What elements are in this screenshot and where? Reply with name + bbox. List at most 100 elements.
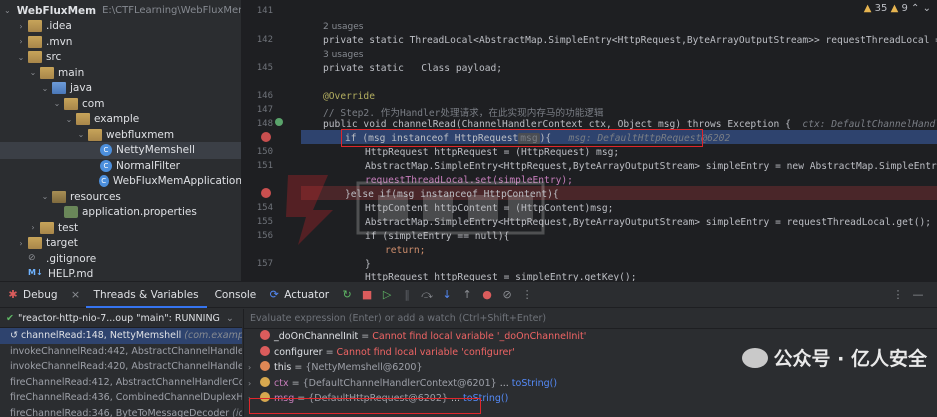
tree-item[interactable]: M↓ HELP.md [0,266,241,282]
stack-frame[interactable]: invokeChannelRead:442, AbstractChannelHa… [0,344,242,360]
tree-item[interactable]: › .mvn [0,33,241,50]
properties-file-icon [64,206,78,218]
tree-item[interactable]: C WebFluxMemApplication [0,173,241,190]
step-over-icon[interactable]: ⤼ [418,286,436,304]
chevron-down-icon[interactable]: ⌄ [16,53,26,62]
inline-debug-value: ctx: DefaultChannelHandlerContext@ [802,119,937,130]
stack-frame[interactable]: ↺ channelRead:148, NettyMemshell (com.ex… [0,328,242,344]
variable-value: Cannot find local variable '_doOnChannel… [372,331,587,342]
tree-item[interactable]: ⌄ src [0,49,241,66]
folder-icon [28,51,42,63]
usages-hint[interactable]: 2 usages [323,22,363,32]
tree-item[interactable]: ⌄ example [0,111,241,128]
mute-breakpoints-icon[interactable]: ⊘ [498,286,516,304]
thread-selector[interactable]: ✔ "reactor-http-nio-7...oup "main": RUNN… [0,309,242,328]
step-into-icon[interactable]: ↓ [438,286,456,304]
tab-threads-variables[interactable]: Threads & Variables [85,282,207,308]
tab-debug-session[interactable]: Debug [23,282,66,308]
tree-item-label: application.properties [82,206,197,218]
frame-method: invokeChannelRead:420, AbstractChannelHa… [10,361,242,372]
stack-frame[interactable]: fireChannelRead:436, CombinedChannelDupl… [0,390,242,406]
object-icon [260,361,270,371]
chevron-down-icon[interactable]: ⌄ [923,3,931,14]
chevron-down-icon[interactable]: ⌄ [52,99,62,108]
project-panel: ⌄ WebFluxMem E:\CTFLearning\WebFluxMem › .id… [0,0,242,281]
more-icon[interactable]: ⋮ [518,286,536,304]
code-line-142: private static ThreadLocal<AbstractMap.S… [323,35,937,46]
variable-value: {NettyMemshell@6200} [305,362,423,373]
warning-count: 35 [874,3,888,14]
chevron-right-icon[interactable]: › [248,376,260,392]
breakpoint-icon[interactable] [261,132,271,142]
pause-icon[interactable]: ‖ [398,286,416,304]
stack-frame[interactable]: fireChannelRead:346, ByteToMessageDecode… [0,406,242,417]
chevron-up-icon[interactable]: ⌃ [911,3,919,14]
current-frame-icon: ↺ [10,330,21,341]
chevron-right-icon[interactable]: › [16,37,26,46]
tree-item[interactable]: ⌄ WebFluxMem E:\CTFLearning\WebFluxMem [0,2,241,19]
stack-frame[interactable]: fireChannelRead:412, AbstractChannelHand… [0,375,242,391]
minimize-icon[interactable]: — [909,286,927,304]
code-line-157: return; [385,245,426,256]
chevron-down-icon[interactable]: ⌄ [64,115,74,124]
usages-hint[interactable]: 3 usages [323,50,363,60]
code-line-147: // Step2. 作为Handler处理请求，在此实现内存马的功能逻辑 [323,108,604,119]
markdown-icon: M↓ [28,268,43,277]
code-line-153: }else if(msg instanceof HttpContent){ [345,189,559,200]
chevron-right-icon[interactable]: › [16,239,26,248]
resume-icon[interactable]: ▷ [378,286,396,304]
chevron-down-icon[interactable]: ⌄ [4,6,11,15]
variable-row[interactable]: _doOnChannelInit = Cannot find local var… [244,329,937,345]
tostring-link[interactable]: toString() [512,378,557,389]
stop-icon[interactable]: ■ [358,286,376,304]
tree-item[interactable]: ⌄ java [0,80,241,97]
code-line-146: @Override [323,91,375,102]
code-line-156: if (simpleEntry == null){ [365,231,510,242]
tree-item[interactable]: › target [0,235,241,252]
close-icon[interactable]: × [67,286,85,304]
code-line-154: HttpContent httpContent = (HttpContent)m… [365,203,614,214]
folder-icon [28,20,42,32]
tree-item[interactable]: › .idea [0,18,241,35]
tree-item[interactable]: ⌄ main [0,64,241,81]
inspection-widget[interactable]: ▲ 35 ▲ 9 ⌃ ⌄ [864,3,931,14]
stack-frame[interactable]: invokeChannelRead:420, AbstractChannelHa… [0,359,242,375]
java-class-icon: C [98,175,109,187]
java-class-icon: C [100,159,112,172]
view-breakpoints-icon[interactable]: ● [478,286,496,304]
evaluate-expression-input[interactable]: Evaluate expression (Enter) or add a wat… [244,309,937,329]
line-number: 148 [256,119,273,129]
tree-item[interactable]: ⌄ resources [0,188,241,205]
tree-item[interactable]: ⌄ webfluxmem [0,126,241,143]
debug-bug-icon: ✱ [8,287,18,301]
chevron-right-icon[interactable]: › [248,360,260,376]
chevron-right-icon[interactable]: › [16,22,26,31]
tree-item[interactable]: C NettyMemshell [0,141,241,159]
code-editor[interactable]: ▲ 35 ▲ 9 ⌃ ⌄ 141 142 145 146 147 148 150… [243,0,937,281]
tree-item[interactable]: ⌄ com [0,95,241,112]
highlight-box [341,129,703,147]
chevron-down-icon[interactable]: ⌄ [40,192,50,201]
chevron-down-icon[interactable]: ⌄ [40,84,50,93]
chevron-down-icon[interactable]: ⌄ [28,68,38,77]
tree-item[interactable]: ⊘ .gitignore [0,250,241,267]
tab-actuator[interactable]: Actuator [284,282,337,308]
override-gutter-icon[interactable] [275,118,283,126]
code-line-150: HttpRequest httpRequest = (HttpRequest) … [365,147,620,158]
rerun-icon[interactable]: ↻ [338,286,356,304]
actuator-icon: ⟳ [269,287,279,301]
chevron-down-icon[interactable]: ⌄ [76,130,86,139]
more-options-icon[interactable]: ⋮ [889,286,907,304]
line-number: 157 [256,259,273,269]
tree-item-label: NormalFilter [116,159,180,172]
tree-item[interactable]: C NormalFilter [0,157,241,174]
tree-item[interactable]: › test [0,219,241,236]
step-out-icon[interactable]: ↑ [458,286,476,304]
resources-folder-icon [52,190,66,203]
breakpoint-icon[interactable] [261,188,271,198]
checkmark-icon: ✔ [6,312,14,324]
tree-item[interactable]: application.properties [0,204,241,221]
chevron-right-icon[interactable]: › [28,223,38,232]
tab-console[interactable]: Console [207,282,265,308]
variable-row[interactable]: › ctx = {DefaultChannelHandlerContext@620… [244,376,937,392]
